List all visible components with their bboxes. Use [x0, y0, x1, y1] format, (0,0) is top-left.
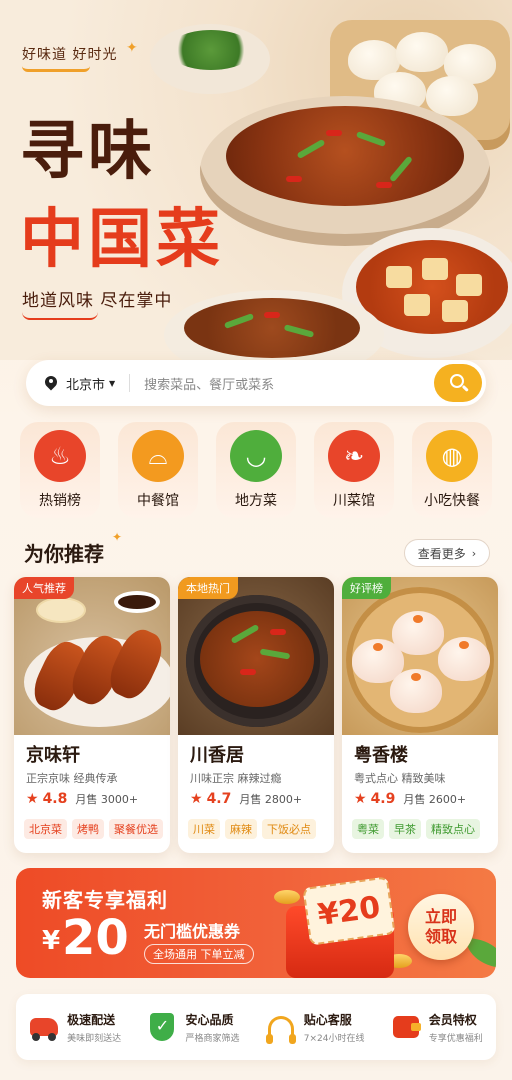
tag: 聚餐优选 — [109, 819, 163, 839]
restaurant-name: 粤香楼 — [354, 745, 408, 766]
rating-score: 4.8 — [42, 791, 68, 807]
location-pin-icon — [44, 376, 58, 390]
restaurant-name: 京味轩 — [26, 745, 80, 766]
hero-banner: 好味道 好时光 ✦ 寻味 中国菜 地道风味 尽在掌中 — [0, 0, 512, 360]
category-sichuan[interactable]: ❧ 川菜馆 — [314, 422, 394, 518]
scooter-icon — [29, 1012, 59, 1042]
restaurant-desc: 正宗京味 经典传承 — [26, 772, 118, 785]
wallet-icon — [391, 1012, 421, 1042]
restaurant-card[interactable]: 好评榜 粤香楼 粤式点心 精致美味 ★ 4.9 月售 2600+ 粤菜 早茶 精… — [342, 577, 498, 853]
promo-note: 全场通用 下单立减 — [144, 944, 254, 964]
restaurant-desc: 川味正宗 麻辣过瘾 — [190, 772, 282, 785]
monthly-sales: 月售 2600+ — [403, 793, 467, 806]
category-chinese-restaurant[interactable]: ⌓ 中餐馆 — [118, 422, 198, 518]
steamer-icon: ◍ — [426, 430, 478, 482]
tag: 粤菜 — [352, 819, 384, 839]
rating-row: ★ 4.7 月售 2800+ — [190, 791, 302, 807]
restaurant-desc: 粤式点心 精致美味 — [354, 772, 446, 785]
hero-title-line2: 中国菜 — [20, 203, 224, 277]
rice-bowl-icon: ◡ — [230, 430, 282, 482]
hero-subtitle: 地道风味 尽在掌中 — [22, 291, 173, 311]
tag: 下饭必点 — [262, 819, 316, 839]
shield-check-icon: ✓ — [147, 1012, 177, 1042]
chevron-right-icon: › — [471, 546, 477, 560]
promo-label: 无门槛优惠券 — [144, 922, 241, 941]
card-badge: 本地热门 — [178, 577, 238, 599]
tag: 烤鸭 — [72, 819, 104, 839]
search-button[interactable] — [434, 364, 482, 402]
sparkle-icon: ✦ — [112, 530, 123, 544]
tag: 川菜 — [188, 819, 220, 839]
hero-tagline: 好味道 好时光 — [22, 47, 118, 63]
category-regional[interactable]: ◡ 地方菜 — [216, 422, 296, 518]
category-grid: ♨ 热销榜 ⌓ 中餐馆 ◡ 地方菜 ❧ 川菜馆 ◍ 小吃快餐 — [20, 422, 492, 518]
tag-list: 粤菜 早茶 精致点心 — [352, 819, 480, 839]
tag: 麻辣 — [225, 819, 257, 839]
restaurant-name: 川香居 — [190, 745, 244, 766]
card-badge: 好评榜 — [342, 577, 391, 599]
search-input[interactable]: 搜索菜品、餐厅或菜系 — [144, 374, 434, 393]
service-features-bar: 极速配送 美味即刻送达 ✓ 安心品质 严格商家筛选 贴心客服 7×24小时在线 … — [16, 994, 496, 1060]
hero-title-line1: 寻味 — [20, 115, 156, 189]
new-user-promo-banner[interactable]: 新客专享福利 ¥ 20 无门槛优惠券 全场通用 下单立减 ¥20 立即 领取 — [16, 868, 496, 978]
coupon-ticket: ¥20 — [302, 876, 396, 946]
rating-score: 4.9 — [370, 791, 396, 807]
category-hot-list[interactable]: ♨ 热销榜 — [20, 422, 100, 518]
chevron-down-icon[interactable]: ▼ — [109, 379, 115, 388]
restaurant-card[interactable]: 人气推荐 京味轩 正宗京味 经典传承 ★ 4.8 月售 3000+ 北京菜 烤鸭… — [14, 577, 170, 853]
tag: 早茶 — [389, 819, 421, 839]
see-more-button[interactable]: 查看更多 › — [404, 539, 490, 567]
rating-score: 4.7 — [206, 791, 232, 807]
dim-sum-image: 好评榜 — [342, 577, 498, 735]
service-fast-delivery: 极速配送 美味即刻送达 — [29, 1011, 121, 1044]
promo-title: 新客专享福利 — [42, 888, 168, 912]
promo-currency: ¥ — [42, 926, 61, 956]
rating-row: ★ 4.9 月售 2600+ — [354, 791, 466, 807]
category-snacks[interactable]: ◍ 小吃快餐 — [412, 422, 492, 518]
hotpot-icon: ♨ — [34, 430, 86, 482]
tag-list: 北京菜 烤鸭 聚餐优选 — [24, 819, 163, 839]
city-selector[interactable]: 北京市 — [66, 374, 105, 393]
leaf-icon — [466, 938, 496, 968]
card-badge: 人气推荐 — [14, 577, 74, 599]
sparkle-icon: ✦ — [126, 40, 138, 56]
service-member-perks: 会员特权 专享优惠福利 — [391, 1011, 483, 1044]
promo-amount: 20 — [62, 910, 129, 966]
cloche-icon: ⌓ — [132, 430, 184, 482]
monthly-sales: 月售 3000+ — [75, 793, 139, 806]
star-icon: ★ — [190, 791, 203, 807]
tag-list: 川菜 麻辣 下饭必点 — [188, 819, 316, 839]
star-icon: ★ — [26, 791, 39, 807]
tag: 精致点心 — [426, 819, 480, 839]
service-quality: ✓ 安心品质 严格商家筛选 — [147, 1011, 239, 1044]
spicy-chicken-pot-image: 本地热门 — [178, 577, 334, 735]
service-customer-support: 贴心客服 7×24小时在线 — [265, 1011, 365, 1044]
monthly-sales: 月售 2800+ — [239, 793, 303, 806]
section-title: 为你推荐 — [24, 542, 104, 566]
rating-row: ★ 4.8 月售 3000+ — [26, 791, 138, 807]
search-bar[interactable]: 北京市 ▼ 搜索菜品、餐厅或菜系 — [26, 360, 486, 406]
chili-icon: ❧ — [328, 430, 380, 482]
headset-icon — [265, 1012, 296, 1044]
claim-coupon-button[interactable]: 立即 领取 — [408, 894, 474, 960]
restaurant-list: 人气推荐 京味轩 正宗京味 经典传承 ★ 4.8 月售 3000+ 北京菜 烤鸭… — [14, 577, 498, 853]
coin-icon — [274, 890, 300, 904]
roast-duck-image: 人气推荐 — [14, 577, 170, 735]
star-icon: ★ — [354, 791, 367, 807]
tag: 北京菜 — [24, 819, 67, 839]
restaurant-card[interactable]: 本地热门 川香居 川味正宗 麻辣过瘾 ★ 4.7 月售 2800+ 川菜 麻辣 … — [178, 577, 334, 853]
